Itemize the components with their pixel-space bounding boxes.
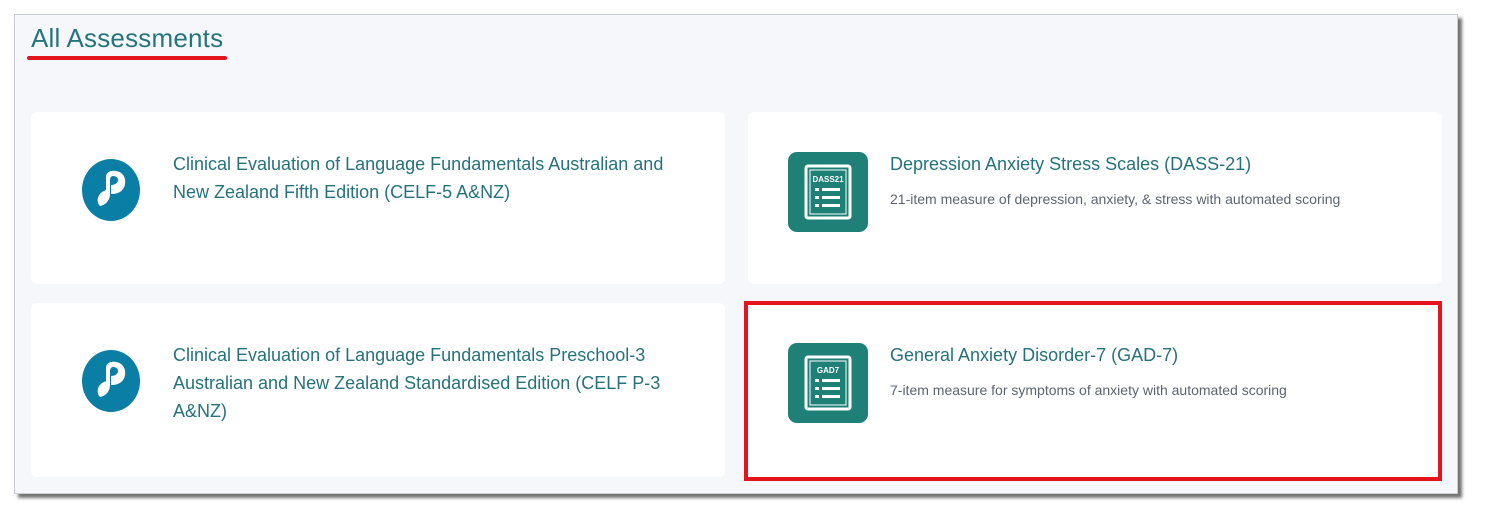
assessments-panel: All Assessments Clinical Evaluation of L… <box>14 14 1458 494</box>
page-title: All Assessments <box>31 23 224 53</box>
pearson-logo-icon <box>82 159 140 221</box>
gad7-icon: GAD7 <box>788 343 868 423</box>
card-title: Clinical Evaluation of Language Fundamen… <box>173 154 664 202</box>
svg-text:DASS21: DASS21 <box>812 175 844 184</box>
dass21-icon: DASS21 <box>788 152 868 232</box>
pearson-logo-icon <box>82 350 140 412</box>
card-description: 7-item measure for symptoms of anxiety w… <box>890 382 1287 398</box>
card-description: 21-item measure of depression, anxiety, … <box>890 191 1341 207</box>
svg-text:GAD7: GAD7 <box>817 366 840 375</box>
title-underline-annotation <box>27 56 227 60</box>
card-title: Clinical Evaluation of Language Fundamen… <box>173 345 661 421</box>
assessment-card-celf-p3[interactable]: Clinical Evaluation of Language Fundamen… <box>31 303 725 477</box>
assessment-card-gad7[interactable]: GAD7 General Anxiety Disorder-7 (GAD-7) … <box>748 303 1442 477</box>
card-title: Depression Anxiety Stress Scales (DASS-2… <box>890 154 1252 174</box>
assessment-card-dass21[interactable]: DASS21 Depression Anxiety Stress Scales … <box>748 112 1442 284</box>
assessment-card-celf5[interactable]: Clinical Evaluation of Language Fundamen… <box>31 112 725 284</box>
card-title: General Anxiety Disorder-7 (GAD-7) <box>890 345 1179 365</box>
